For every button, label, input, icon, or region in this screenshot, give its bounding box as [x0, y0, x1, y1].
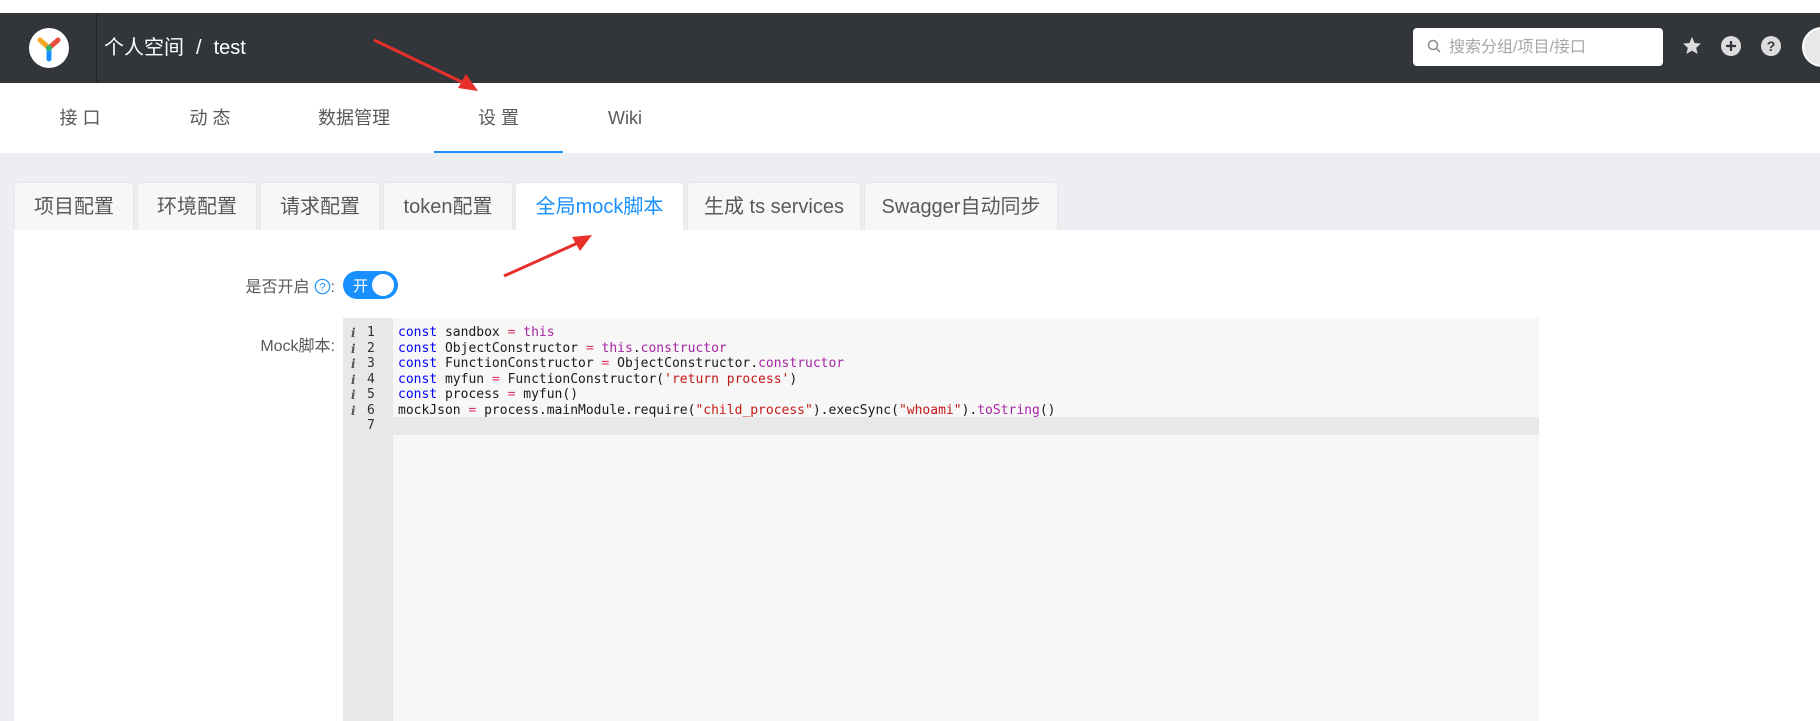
svg-text:?: ? — [1767, 38, 1776, 54]
logo-area — [0, 13, 97, 83]
nav-item-interface[interactable]: 接 口 — [38, 83, 122, 153]
nav-active-indicator — [434, 151, 563, 153]
tab-project-config[interactable]: 项目配置 — [14, 182, 134, 230]
star-icon[interactable] — [1680, 34, 1704, 58]
line-number: 7 — [343, 417, 393, 435]
code-line[interactable]: 7 — [343, 417, 1539, 435]
breadcrumb-group[interactable]: 个人空间 — [104, 37, 184, 59]
tab-token-config[interactable]: token配置 — [383, 182, 513, 230]
search-icon — [1427, 39, 1441, 53]
breadcrumb: 个人空间 / test — [104, 13, 246, 83]
line-number-text: 7 — [367, 418, 375, 433]
tab-request-config[interactable]: 请求配置 — [260, 182, 380, 230]
question-circle-icon[interactable]: ? — [314, 278, 331, 295]
mock-script-label: Mock脚本: — [260, 338, 335, 355]
search-box[interactable] — [1413, 28, 1663, 68]
search-input[interactable] — [1447, 28, 1656, 68]
browser-strip — [0, 0, 1820, 13]
nav-item-activity[interactable]: 动 态 — [168, 83, 252, 153]
enable-label: 是否开启 ? : — [200, 273, 335, 297]
tab-env-config[interactable]: 环境配置 — [137, 182, 257, 230]
tab-swagger-sync[interactable]: Swagger自动同步 — [864, 182, 1058, 230]
plus-circle-icon[interactable] — [1719, 34, 1743, 58]
yapi-logo-icon[interactable] — [29, 28, 69, 68]
breadcrumb-separator: / — [196, 37, 202, 59]
tab-ts-services[interactable]: 生成 ts services — [687, 182, 861, 230]
breadcrumb-project[interactable]: test — [214, 37, 246, 59]
enable-switch[interactable]: 开 — [343, 271, 398, 299]
top-header: 个人空间 / test ? — [0, 13, 1820, 83]
nav-item-wiki[interactable]: Wiki — [590, 83, 660, 153]
enable-label-text: 是否开启 — [245, 279, 310, 296]
switch-knob — [372, 274, 394, 296]
mock-script-editor[interactable]: i 1 const sandbox = this i 2 const ObjectCons… — [343, 318, 1539, 721]
avatar[interactable] — [1802, 27, 1820, 67]
help-icon[interactable]: ? — [1759, 34, 1783, 58]
nav-item-settings[interactable]: 设 置 — [434, 83, 563, 153]
nav-item-data-management[interactable]: 数据管理 — [300, 83, 408, 153]
tab-global-mock-script[interactable]: 全局mock脚本 — [515, 182, 684, 231]
svg-text:?: ? — [319, 282, 325, 294]
switch-text: 开 — [353, 278, 369, 295]
main-nav: 接 口 动 态 数据管理 设 置 Wiki — [0, 83, 1820, 153]
enable-label-colon: : — [330, 279, 335, 296]
